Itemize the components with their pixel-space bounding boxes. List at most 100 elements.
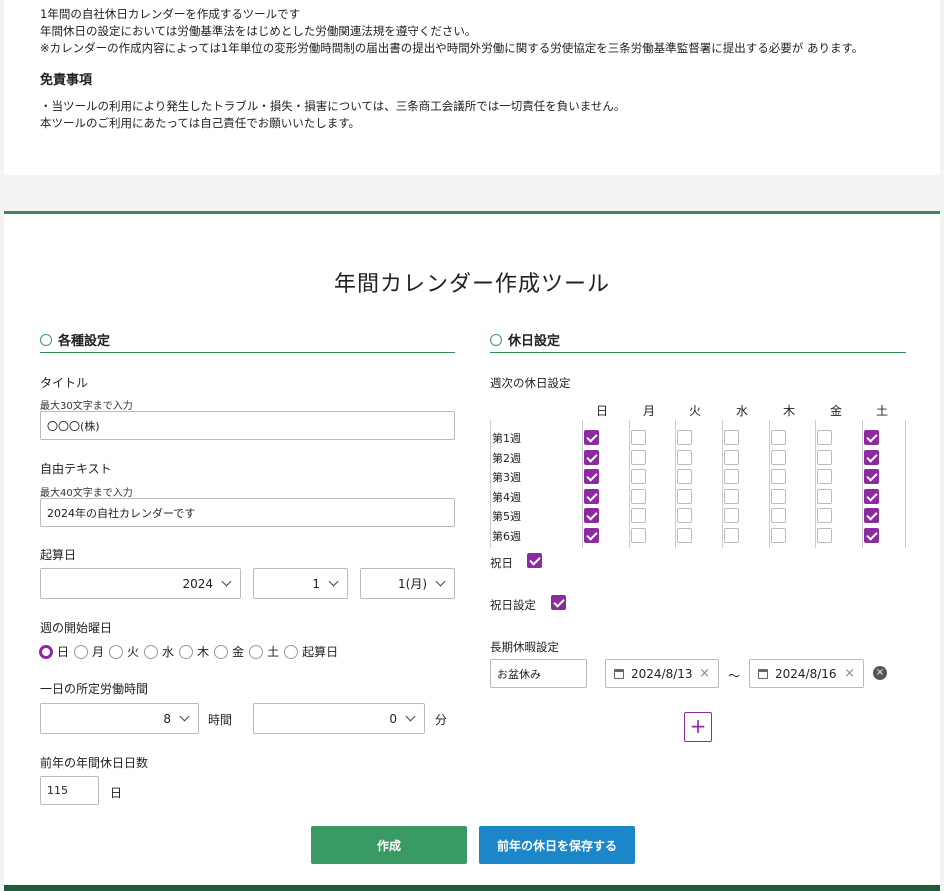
radio-label: 日 [57,645,70,659]
start-month-select[interactable]: 1 [253,568,348,599]
radio-icon [179,644,194,659]
holidays-heading: 休日設定 [490,327,906,353]
week-row-label: 第3週 [492,471,521,484]
week-day-checkbox[interactable] [817,449,832,465]
free-text-input[interactable] [40,498,455,527]
week-day-checkbox[interactable] [584,430,599,445]
week-start-option-sun[interactable]: 日 [39,643,69,660]
national-holiday-checkbox[interactable] [527,553,542,568]
chevron-down-icon [328,576,339,587]
week-day-checkbox[interactable] [864,508,879,523]
week-day-checkbox[interactable] [724,469,739,484]
calendar-tool-panel: 年間カレンダー作成ツール 各種設定 タイトル 最大30文字まで入力 自由テキスト… [4,211,940,887]
week-day-checkbox[interactable] [817,508,832,523]
radio-label: 土 [267,645,280,659]
week-day-checkbox[interactable] [631,469,646,484]
week-day-checkbox[interactable] [771,469,786,484]
week-day-checkbox[interactable] [864,527,879,543]
week-start-option-wed[interactable]: 水 [144,643,174,660]
radio-label: 火 [127,645,140,659]
week-day-checkbox[interactable] [677,430,692,445]
chevron-down-icon [435,576,446,587]
holiday-setting-label: 祝日設定 [490,598,536,612]
day-header: 火 [689,404,702,418]
title-label: タイトル [40,376,89,390]
week-day-checkbox[interactable] [724,430,739,445]
long-leave-to-value: 2024/8/16 [775,666,837,681]
week-day-checkbox[interactable] [724,488,739,504]
week-day-checkbox[interactable] [584,488,599,504]
title-input[interactable] [40,411,455,440]
long-leave-from-input[interactable]: 2024/8/13 × [605,659,719,688]
week-start-option-thu[interactable]: 木 [179,643,209,660]
week-day-checkbox[interactable] [677,469,692,484]
week-day-checkbox[interactable] [864,488,879,504]
week-day-checkbox[interactable] [724,527,739,543]
week-start-option-start-date[interactable]: 起算日 [284,643,338,660]
week-day-checkbox[interactable] [771,430,786,445]
notice-line: 1年間の自社休日カレンダーを作成するツールです [40,7,301,21]
start-day-select[interactable]: 1(月) [360,568,455,599]
week-day-checkbox[interactable] [771,488,786,504]
week-day-checkbox[interactable] [864,430,879,445]
day-header: 月 [643,404,656,418]
radio-label: 金 [232,645,245,659]
week-day-checkbox[interactable] [771,527,786,543]
week-day-checkbox[interactable] [677,488,692,504]
day-header: 木 [783,404,796,418]
radio-label: 月 [92,645,105,659]
week-day-checkbox[interactable] [631,508,646,523]
week-day-checkbox[interactable] [724,449,739,465]
week-start-radio-group: 日 月 火 水 木 金 土 起算日 [39,643,343,660]
week-day-checkbox[interactable] [817,527,832,543]
national-holiday-label: 祝日 [490,556,513,570]
week-day-checkbox[interactable] [817,488,832,504]
week-day-checkbox[interactable] [584,469,599,484]
week-day-checkbox[interactable] [631,488,646,504]
week-day-checkbox[interactable] [631,527,646,543]
week-day-checkbox[interactable] [817,469,832,484]
week-start-option-sat[interactable]: 土 [249,643,279,660]
week-day-checkbox[interactable] [584,527,599,543]
remove-circle-icon[interactable]: × [873,666,887,680]
week-day-checkbox[interactable] [631,430,646,445]
week-start-option-mon[interactable]: 月 [74,643,104,660]
notice-line: 年間休日の設定においては労働基準法をはじめとした労働関連法規を遵守ください。 [40,24,477,38]
week-day-checkbox[interactable] [864,449,879,465]
work-minutes-select[interactable]: 0 [253,703,425,734]
week-day-checkbox[interactable] [677,449,692,465]
work-hours-value: 8 [163,711,171,726]
week-day-checkbox[interactable] [864,469,879,484]
week-day-checkbox[interactable] [584,449,599,465]
free-text-hint: 最大40文字まで入力 [40,488,133,499]
work-hours-label: 一日の所定労働時間 [40,682,149,696]
create-button[interactable]: 作成 [311,826,467,864]
week-day-checkbox[interactable] [771,508,786,523]
prev-holidays-input[interactable] [40,776,99,805]
week-day-checkbox[interactable] [677,527,692,543]
work-hours-select[interactable]: 8 [40,703,199,734]
week-start-option-fri[interactable]: 金 [214,643,244,660]
week-row-label: 第5週 [492,510,521,523]
long-leave-name-input[interactable] [490,659,587,688]
week-day-checkbox[interactable] [771,449,786,465]
week-day-checkbox[interactable] [817,430,832,445]
week-day-checkbox[interactable] [677,508,692,523]
week-day-checkbox[interactable] [631,449,646,465]
week-day-checkbox[interactable] [584,508,599,523]
settings-heading: 各種設定 [40,327,455,353]
long-leave-to-input[interactable]: 2024/8/16 × [749,659,864,688]
week-day-checkbox[interactable] [724,508,739,523]
radio-label: 起算日 [302,645,339,659]
add-long-leave-button[interactable]: + [684,712,712,742]
week-start-option-tue[interactable]: 火 [109,643,139,660]
save-prev-holidays-button[interactable]: 前年の休日を保存する [479,826,635,864]
clear-icon[interactable]: × [699,666,710,681]
radio-icon [74,644,89,659]
plus-icon: + [689,714,707,738]
start-year-select[interactable]: 2024 [40,568,241,599]
start-date-label: 起算日 [40,548,77,562]
clear-icon[interactable]: × [844,666,855,681]
holiday-setting-checkbox[interactable] [551,595,566,610]
radio-label: 水 [162,645,175,659]
